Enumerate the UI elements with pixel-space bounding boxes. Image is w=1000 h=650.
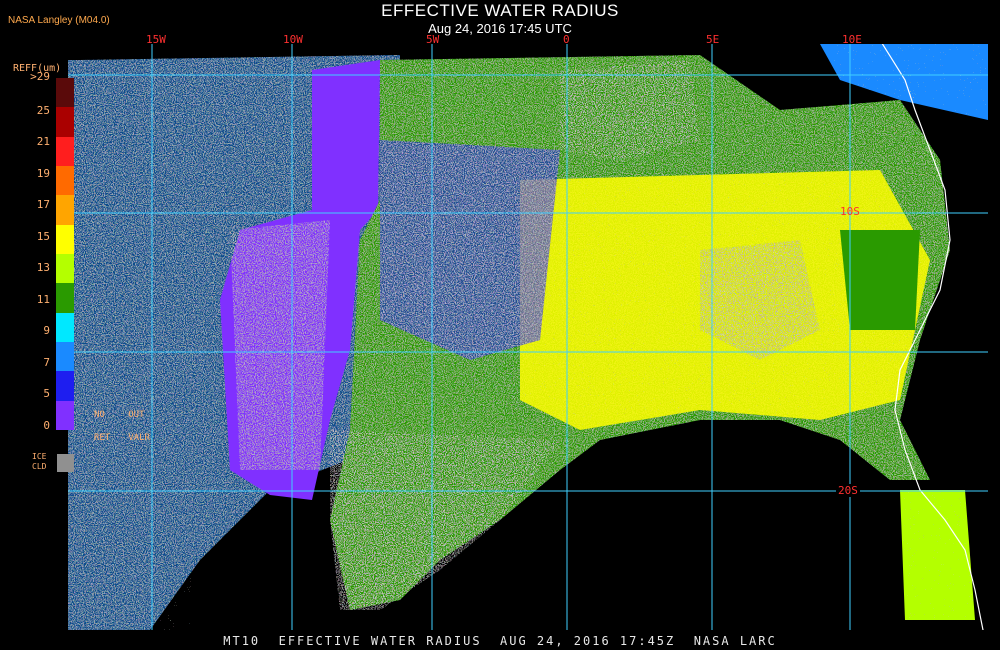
- legend-tick-label: 25: [36, 104, 50, 117]
- producer-label: NASA Langley (M04.0): [8, 15, 110, 26]
- legend-swatch: [56, 400, 74, 430]
- footer-caption: MT10 EFFECTIVE WATER RADIUS AUG 24, 2016…: [223, 634, 777, 648]
- legend-swatch: [56, 371, 74, 401]
- legend-ice-label: ICE CLD: [32, 452, 47, 471]
- lon-label-0: 0: [563, 33, 570, 46]
- legend-swatch: [56, 312, 74, 342]
- legend-swatch: [56, 224, 74, 254]
- lat-label-20s: 20S: [836, 484, 860, 497]
- legend-tick-label: 21: [36, 135, 50, 148]
- legend-out-label: OUT VALR: [128, 410, 150, 443]
- legend-ice-swatch: [57, 454, 74, 472]
- legend-tick-label: 5: [43, 387, 50, 400]
- lon-label-5e: 5E: [706, 33, 720, 46]
- legend-swatch: [56, 166, 74, 196]
- legend-tick-label: 13: [36, 261, 50, 274]
- lon-label-10e: 10E: [842, 33, 862, 46]
- legend-swatch: [56, 78, 74, 108]
- legend-tick-label: 19: [36, 167, 50, 180]
- legend-swatch: [56, 136, 74, 166]
- legend-tick-label: 9: [43, 324, 50, 337]
- map-title: EFFECTIVE WATER RADIUS: [381, 1, 619, 20]
- lon-label-10w: 10W: [283, 33, 303, 46]
- lat-label-10s: 10S: [840, 205, 860, 218]
- legend-swatch: [56, 195, 74, 225]
- legend-tick-label: 15: [36, 230, 50, 243]
- legend-tick-label: 17: [36, 198, 50, 211]
- legend-tick-label: 11: [36, 293, 50, 306]
- lon-label-5w: 5W: [426, 33, 440, 46]
- legend-swatch: [56, 254, 74, 284]
- satellite-cloud-map: [68, 44, 988, 630]
- legend-color-bar: [56, 78, 74, 430]
- legend-tick-label: 0: [43, 419, 50, 432]
- legend-no-label: NO RET: [94, 410, 111, 443]
- lon-label-15w: 15W: [146, 33, 166, 46]
- legend-swatch: [56, 283, 74, 313]
- legend-no-ret: NO RET OUT VALR: [94, 404, 154, 450]
- legend-tick-label: >29: [30, 70, 50, 83]
- legend-swatch: [56, 342, 74, 372]
- legend-tick-label: 7: [43, 356, 50, 369]
- legend-swatch: [56, 107, 74, 137]
